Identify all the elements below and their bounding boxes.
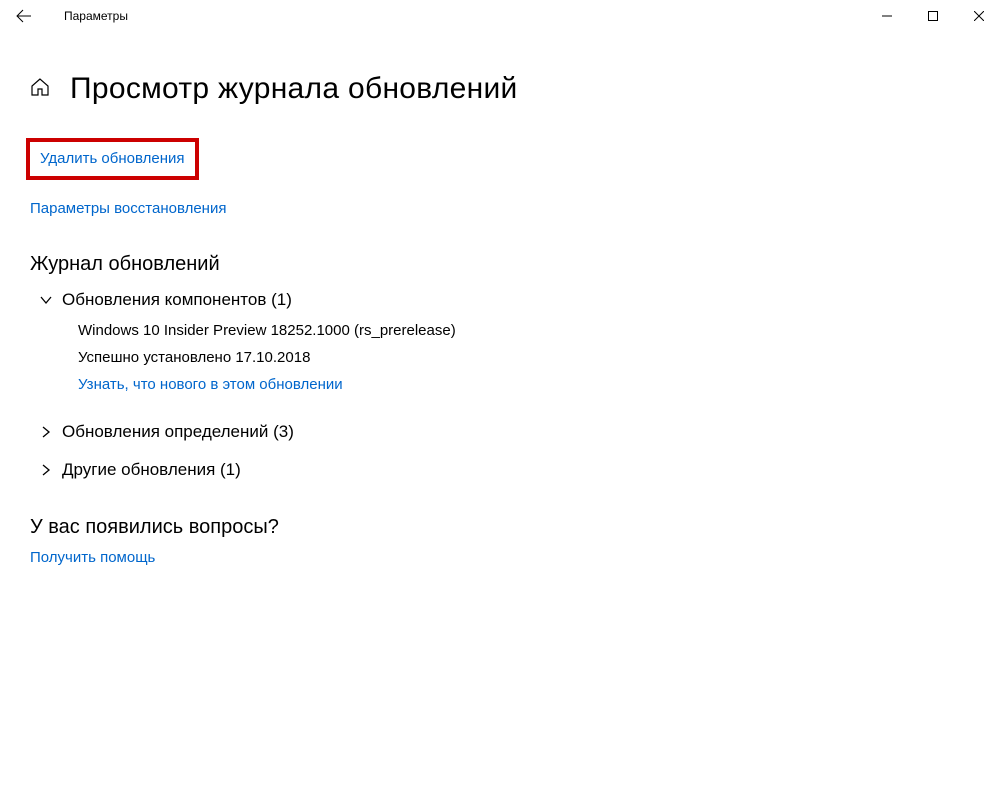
definition-updates-label: Обновления определений (3) <box>62 422 294 442</box>
chevron-down-icon <box>30 293 62 307</box>
page-header: Просмотр журнала обновлений <box>30 72 972 106</box>
arrow-left-icon <box>16 8 32 24</box>
learn-more-link[interactable]: Узнать, что нового в этом обновлении <box>78 376 343 393</box>
window-controls <box>864 0 1002 32</box>
recovery-options-link[interactable]: Параметры восстановления <box>30 200 226 217</box>
titlebar: Параметры <box>0 0 1002 32</box>
minimize-button[interactable] <box>864 0 910 32</box>
get-help-link[interactable]: Получить помощь <box>30 549 155 566</box>
definition-updates-expander[interactable]: Обновления определений (3) <box>30 422 972 442</box>
content-area: Просмотр журнала обновлений Удалить обно… <box>0 72 1002 567</box>
history-heading: Журнал обновлений <box>30 253 972 276</box>
feature-updates-label: Обновления компонентов (1) <box>62 290 292 310</box>
home-icon[interactable] <box>30 77 50 102</box>
feature-updates-expander[interactable]: Обновления компонентов (1) <box>30 290 972 310</box>
update-name: Windows 10 Insider Preview 18252.1000 (r… <box>78 322 972 339</box>
page-title: Просмотр журнала обновлений <box>70 72 518 106</box>
minimize-icon <box>882 11 892 21</box>
questions-section: У вас появились вопросы? Получить помощь <box>30 516 972 567</box>
close-icon <box>974 11 984 21</box>
uninstall-updates-highlight: Удалить обновления <box>26 138 199 180</box>
close-button[interactable] <box>956 0 1002 32</box>
feature-update-item: Windows 10 Insider Preview 18252.1000 (r… <box>30 322 972 394</box>
maximize-icon <box>928 11 938 21</box>
other-updates-expander[interactable]: Другие обновления (1) <box>30 460 972 480</box>
chevron-right-icon <box>30 425 62 439</box>
update-status: Успешно установлено 17.10.2018 <box>78 349 972 366</box>
chevron-right-icon <box>30 463 62 477</box>
other-updates-label: Другие обновления (1) <box>62 460 241 480</box>
back-button[interactable] <box>0 0 48 32</box>
maximize-button[interactable] <box>910 0 956 32</box>
uninstall-updates-link[interactable]: Удалить обновления <box>40 150 185 167</box>
questions-heading: У вас появились вопросы? <box>30 516 972 539</box>
window-title: Параметры <box>48 9 128 23</box>
